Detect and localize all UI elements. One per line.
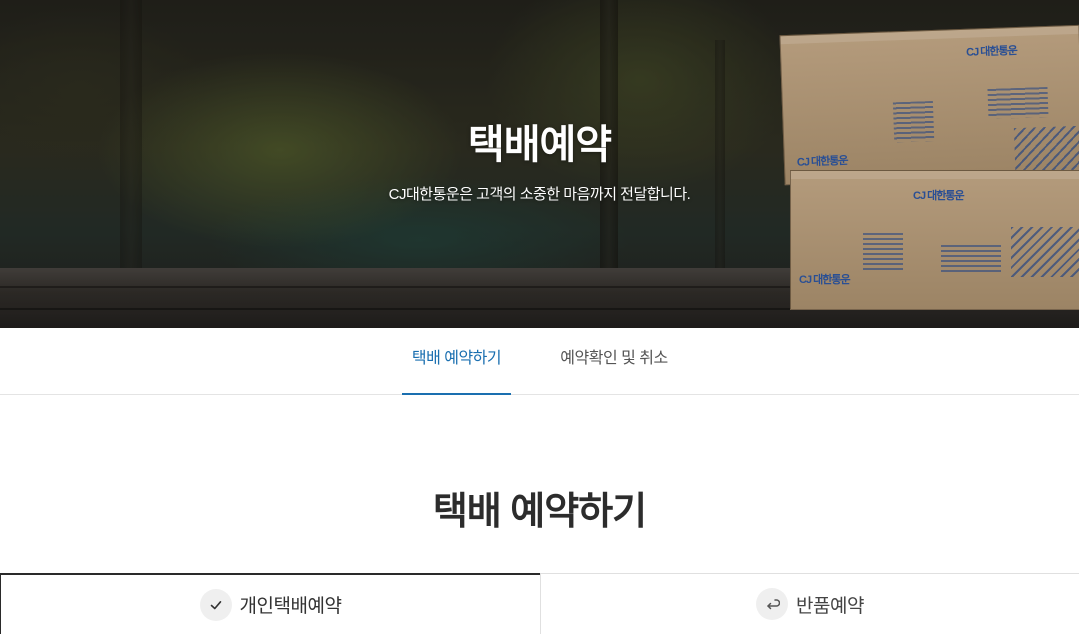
hero-subtitle: CJ대한통운은 고객의 소중한 마음까지 전달합니다. xyxy=(388,186,691,203)
personal-parcel-reservation-tab[interactable]: 개인택배예약 xyxy=(0,573,541,634)
return-arrow-icon xyxy=(756,588,789,620)
hero-title: 택배예약 xyxy=(467,123,612,167)
section-title: 택배 예약하기 xyxy=(432,491,647,533)
tab-bar: 택배 예약하기 예약확인 및 취소 xyxy=(0,328,1079,395)
hero-banner: CJ 대한통운 CJ 대한통운 CJ 대한통운 CJ 대한통운 택배예약 CJ대… xyxy=(0,0,1079,328)
check-icon xyxy=(199,588,232,621)
box-logo: CJ 대한통운 xyxy=(965,45,1017,59)
box-logo: CJ 대한통운 xyxy=(799,274,851,286)
tab-parcel-reservation[interactable]: 택배 예약하기 xyxy=(402,328,511,395)
tab-reservation-check-cancel[interactable]: 예약확인 및 취소 xyxy=(547,328,681,395)
personal-parcel-reservation-label: 개인택배예약 xyxy=(239,596,342,617)
return-reservation-tab[interactable]: 반품예약 xyxy=(540,573,1079,634)
return-reservation-label: 반품예약 xyxy=(796,595,864,617)
